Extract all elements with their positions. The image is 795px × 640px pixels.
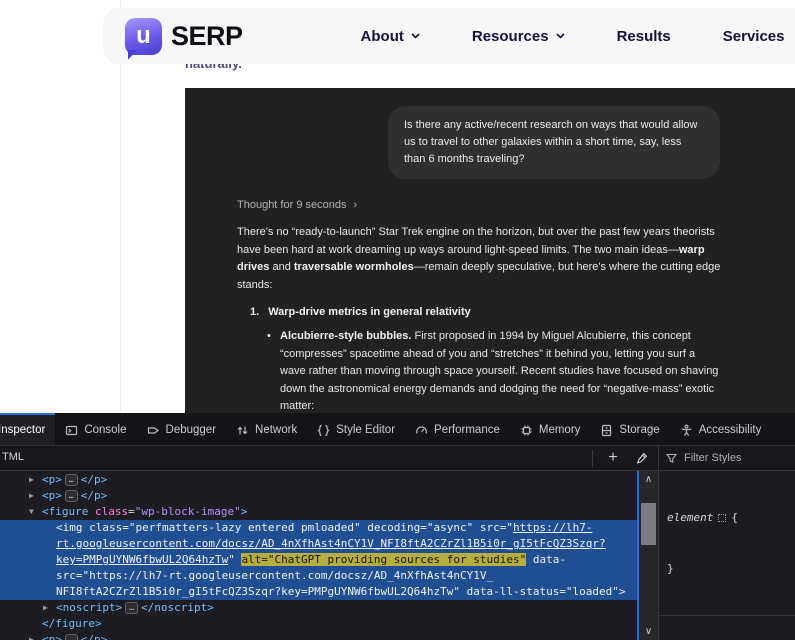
expand-arrow-icon[interactable]: ▶ bbox=[29, 632, 42, 640]
expand-arrow-icon[interactable]: ▼ bbox=[29, 504, 42, 520]
gauge-icon bbox=[416, 426, 427, 434]
css-rule-element[interactable]: element{ } bbox=[659, 471, 795, 616]
scroll-up-arrow-icon[interactable]: ∧ bbox=[639, 474, 658, 485]
tab-inspector[interactable]: Inspector bbox=[0, 413, 56, 445]
console-icon bbox=[66, 425, 78, 435]
collapsed-content-badge[interactable]: … bbox=[64, 490, 78, 502]
markup-line[interactable]: <img class="perfmatters-lazy entered pml… bbox=[0, 520, 637, 536]
tab-accessibility[interactable]: Accessibility bbox=[670, 413, 772, 445]
markup-line[interactable]: ▼ <figure class="wp-block-image"> bbox=[0, 504, 637, 520]
nav-item-about[interactable]: About bbox=[361, 28, 420, 45]
expand-arrow-icon[interactable]: ▶ bbox=[29, 472, 42, 488]
devtools-tabbar: Inspector Console Debugger Network Style… bbox=[0, 413, 795, 446]
markup-view: ▶ <p>… </p> ▶ <p>… </p> ▼ <figure class="wp-blo… bbox=[0, 471, 637, 640]
markup-line[interactable]: rt.googleusercontent.com/docsz/AD_4nXfhA… bbox=[0, 536, 637, 552]
scroll-down-arrow-icon[interactable]: ∨ bbox=[639, 626, 658, 637]
create-new-node-button[interactable]: + bbox=[601, 446, 625, 470]
eyedropper-icon bbox=[636, 452, 647, 464]
tab-network[interactable]: Network bbox=[226, 413, 307, 445]
markup-line[interactable]: ▶ <noscript>… </noscript> bbox=[0, 600, 637, 616]
collapsed-content-badge[interactable]: … bbox=[125, 602, 139, 614]
collapsed-content-badge[interactable]: … bbox=[64, 634, 78, 640]
tab-memory[interactable]: Memory bbox=[510, 413, 591, 445]
person-icon bbox=[681, 424, 692, 436]
chatgpt-screenshot-image: Is there any active/recent research on w… bbox=[185, 88, 795, 413]
tab-debugger[interactable]: Debugger bbox=[137, 413, 227, 445]
chat-thought-label: Thought for 9 seconds › bbox=[237, 199, 358, 211]
tab-performance[interactable]: Performance bbox=[405, 413, 510, 445]
markup-scrollbar[interactable]: ∧ ∨ bbox=[637, 471, 658, 640]
chat-numbered-heading: 1. Warp-drive metrics in general relativi… bbox=[250, 306, 471, 318]
site-header: u SERP About Resources Results Services bbox=[103, 8, 795, 64]
markup-line[interactable]: NFI8ftA2CZrZl1B5i0r_gI5tFcQZ3Szqr?key=PM… bbox=[0, 584, 637, 600]
nav-item-services[interactable]: Services bbox=[723, 28, 785, 45]
eyedropper-button[interactable] bbox=[629, 446, 653, 470]
devtools-panel: Inspector Console Debugger Network Style… bbox=[0, 413, 795, 640]
filter-styles-searchbox[interactable]: Filter Styles bbox=[658, 446, 795, 470]
debugger-icon bbox=[147, 426, 159, 434]
search-html-label[interactable]: TML bbox=[2, 451, 24, 463]
inspector-body: ▶ <p>… </p> ▶ <p>… </p> ▼ <figure class="wp-blo… bbox=[0, 471, 795, 640]
tab-style-editor[interactable]: Style Editor bbox=[307, 413, 405, 445]
nav-item-results[interactable]: Results bbox=[617, 28, 671, 45]
expand-arrow-icon[interactable]: ▶ bbox=[29, 488, 42, 504]
markup-line[interactable]: </figure> bbox=[0, 616, 637, 632]
chevron-right-icon: › bbox=[353, 199, 358, 211]
network-icon bbox=[237, 426, 248, 434]
markup-line[interactable]: ▶ <p>… </p> bbox=[0, 632, 637, 640]
tab-console[interactable]: Console bbox=[55, 413, 136, 445]
chat-answer-paragraph: There's no “ready-to-launch” Star Trek e… bbox=[237, 226, 721, 291]
rules-view: element{ } .elementor img{ border: ▶none… bbox=[658, 471, 795, 640]
inspector-toolbar: TML + Filter Styles bbox=[0, 446, 795, 471]
chat-answer-column: Thought for 9 seconds › There's no “ready… bbox=[237, 199, 721, 413]
chevron-down-icon bbox=[556, 33, 565, 39]
screenshot-root: naturally. u SERP About Resources Result bbox=[0, 0, 795, 640]
browser-viewport: naturally. u SERP About Resources Result bbox=[0, 0, 795, 413]
chat-user-question-bubble: Is there any active/recent research on w… bbox=[388, 106, 720, 179]
userp-logo-icon: u bbox=[125, 17, 162, 55]
storage-icon bbox=[602, 424, 612, 436]
expand-arrow-icon[interactable]: ▶ bbox=[43, 600, 56, 616]
markup-line[interactable]: key=PMPgUYNW6fbwUL2Q64hzTw" alt="ChatGPT… bbox=[0, 552, 637, 568]
markup-line[interactable]: src="https://lh7-rt.googleusercontent.co… bbox=[0, 568, 637, 584]
braces-icon bbox=[317, 424, 330, 436]
chevron-down-icon bbox=[411, 33, 420, 39]
collapsed-content-badge[interactable]: … bbox=[64, 474, 78, 486]
nav-item-resources[interactable]: Resources bbox=[472, 28, 565, 45]
logo-glyph: u bbox=[136, 22, 151, 49]
funnel-icon bbox=[666, 453, 677, 463]
markup-line[interactable]: ▶ <p>… </p> bbox=[0, 472, 637, 488]
bullet-icon: • bbox=[267, 330, 271, 342]
toolbar-divider bbox=[592, 450, 593, 467]
chat-bullet-item: • Alcubierre-style bubbles. First propos… bbox=[267, 328, 721, 413]
chip-icon bbox=[521, 425, 532, 435]
scrollbar-thumb[interactable] bbox=[641, 503, 656, 545]
selector-highlighter-icon[interactable] bbox=[718, 514, 727, 522]
tab-storage[interactable]: Storage bbox=[590, 413, 669, 445]
main-nav: About Resources Results Services bbox=[361, 28, 785, 45]
markup-line[interactable]: ▶ <p>… </p> bbox=[0, 488, 637, 504]
userp-logo[interactable]: u SERP bbox=[125, 17, 243, 55]
logo-text: SERP bbox=[171, 20, 243, 51]
css-rule-elementor-img[interactable]: .elementor img{ border: ▶none;border-rad… bbox=[659, 616, 795, 640]
